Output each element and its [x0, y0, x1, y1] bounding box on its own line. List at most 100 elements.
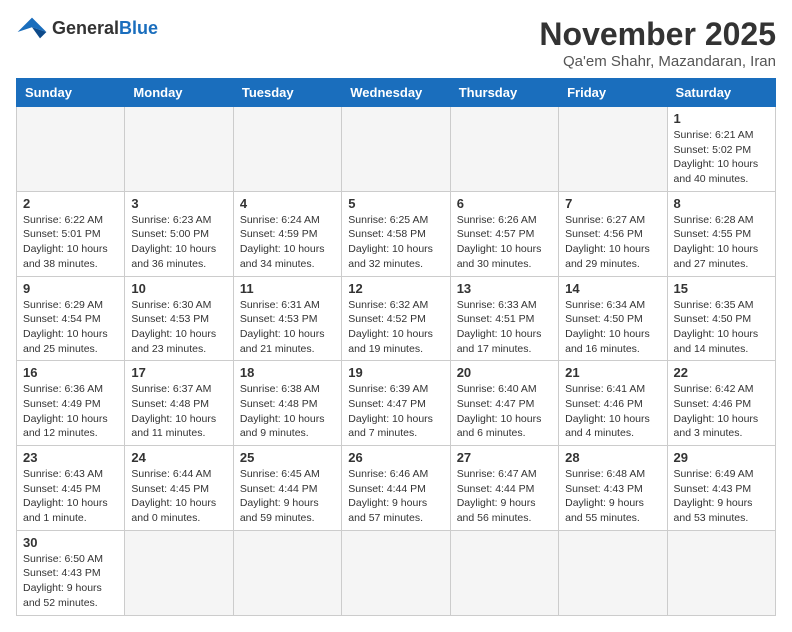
header-tuesday: Tuesday [233, 79, 341, 107]
location: Qa'em Shahr, Mazandaran, Iran [539, 53, 776, 70]
day-info: Sunrise: 6:43 AMSunset: 4:45 PMDaylight:… [23, 467, 118, 526]
header-monday: Monday [125, 79, 233, 107]
empty-cell [342, 530, 450, 615]
calendar-table: Sunday Monday Tuesday Wednesday Thursday… [16, 78, 776, 616]
empty-cell [450, 107, 558, 192]
day-number: 17 [131, 365, 226, 380]
header-sunday: Sunday [17, 79, 125, 107]
empty-cell [342, 107, 450, 192]
weekday-header-row: Sunday Monday Tuesday Wednesday Thursday… [17, 79, 776, 107]
logo-blue: Blue [119, 18, 158, 38]
day-info: Sunrise: 6:39 AMSunset: 4:47 PMDaylight:… [348, 382, 443, 441]
day-number: 1 [674, 111, 769, 126]
day-cell-4: 4 Sunrise: 6:24 AMSunset: 4:59 PMDaylight… [233, 191, 341, 276]
calendar-week-1: 1 Sunrise: 6:21 AM Sunset: 5:02 PM Dayli… [17, 107, 776, 192]
day-cell-5: 5 Sunrise: 6:25 AMSunset: 4:58 PMDaylight… [342, 191, 450, 276]
day-cell-25: 25Sunrise: 6:45 AMSunset: 4:44 PMDayligh… [233, 446, 341, 531]
day-number: 11 [240, 281, 335, 296]
day-number: 13 [457, 281, 552, 296]
day-info: Sunrise: 6:22 AMSunset: 5:01 PMDaylight:… [23, 213, 118, 272]
day-cell-29: 29Sunrise: 6:49 AMSunset: 4:43 PMDayligh… [667, 446, 775, 531]
day-cell-19: 19 Sunrise: 6:39 AMSunset: 4:47 PMDayligh… [342, 361, 450, 446]
logo: GeneralBlue [16, 16, 158, 40]
day-cell-24: 24Sunrise: 6:44 AMSunset: 4:45 PMDayligh… [125, 446, 233, 531]
empty-cell [17, 107, 125, 192]
day-info: Sunrise: 6:24 AMSunset: 4:59 PMDaylight:… [240, 213, 335, 272]
day-info: Sunrise: 6:45 AMSunset: 4:44 PMDaylight:… [240, 467, 335, 526]
day-cell-27: 27Sunrise: 6:47 AMSunset: 4:44 PMDayligh… [450, 446, 558, 531]
day-cell-7: 7 Sunrise: 6:27 AMSunset: 4:56 PMDaylight… [559, 191, 667, 276]
day-cell-2: 2 Sunrise: 6:22 AMSunset: 5:01 PMDaylight… [17, 191, 125, 276]
day-cell-11: 11 Sunrise: 6:31 AMSunset: 4:53 PMDayligh… [233, 276, 341, 361]
day-cell-15: 15 Sunrise: 6:35 AMSunset: 4:50 PMDayligh… [667, 276, 775, 361]
day-info: Sunrise: 6:33 AMSunset: 4:51 PMDaylight:… [457, 298, 552, 357]
day-number: 12 [348, 281, 443, 296]
empty-cell [450, 530, 558, 615]
month-title: November 2025 [539, 16, 776, 53]
day-cell-30: 30 Sunrise: 6:50 AMSunset: 4:43 PMDayligh… [17, 530, 125, 615]
day-info: Sunrise: 6:50 AMSunset: 4:43 PMDaylight:… [23, 552, 118, 611]
day-info: Sunrise: 6:31 AMSunset: 4:53 PMDaylight:… [240, 298, 335, 357]
empty-cell [233, 530, 341, 615]
day-info: Sunrise: 6:34 AMSunset: 4:50 PMDaylight:… [565, 298, 660, 357]
day-number: 21 [565, 365, 660, 380]
calendar-week-5: 23 Sunrise: 6:43 AMSunset: 4:45 PMDayligh… [17, 446, 776, 531]
calendar-week-3: 9 Sunrise: 6:29 AMSunset: 4:54 PMDaylight… [17, 276, 776, 361]
header-thursday: Thursday [450, 79, 558, 107]
day-number: 8 [674, 196, 769, 211]
day-number: 7 [565, 196, 660, 211]
header-wednesday: Wednesday [342, 79, 450, 107]
day-number: 3 [131, 196, 226, 211]
day-cell-12: 12 Sunrise: 6:32 AMSunset: 4:52 PMDayligh… [342, 276, 450, 361]
day-number: 2 [23, 196, 118, 211]
day-cell-28: 28Sunrise: 6:48 AMSunset: 4:43 PMDayligh… [559, 446, 667, 531]
day-number: 26 [348, 450, 443, 465]
calendar-week-2: 2 Sunrise: 6:22 AMSunset: 5:01 PMDaylight… [17, 191, 776, 276]
day-info: Sunrise: 6:28 AMSunset: 4:55 PMDaylight:… [674, 213, 769, 272]
day-info: Sunrise: 6:40 AMSunset: 4:47 PMDaylight:… [457, 382, 552, 441]
day-info: Sunrise: 6:25 AMSunset: 4:58 PMDaylight:… [348, 213, 443, 272]
empty-cell [125, 530, 233, 615]
day-info: Sunrise: 6:46 AMSunset: 4:44 PMDaylight:… [348, 467, 443, 526]
day-info: Sunrise: 6:47 AMSunset: 4:44 PMDaylight:… [457, 467, 552, 526]
empty-cell [233, 107, 341, 192]
day-cell-16: 16Sunrise: 6:36 AMSunset: 4:49 PMDayligh… [17, 361, 125, 446]
day-number: 20 [457, 365, 552, 380]
day-number: 16 [23, 365, 118, 380]
day-info: Sunrise: 6:44 AMSunset: 4:45 PMDaylight:… [131, 467, 226, 526]
day-info: Sunrise: 6:27 AMSunset: 4:56 PMDaylight:… [565, 213, 660, 272]
day-number: 5 [348, 196, 443, 211]
day-cell-20: 20 Sunrise: 6:40 AMSunset: 4:47 PMDayligh… [450, 361, 558, 446]
header-saturday: Saturday [667, 79, 775, 107]
day-number: 14 [565, 281, 660, 296]
empty-cell [667, 530, 775, 615]
day-info: Sunrise: 6:26 AMSunset: 4:57 PMDaylight:… [457, 213, 552, 272]
day-info: Sunrise: 6:49 AMSunset: 4:43 PMDaylight:… [674, 467, 769, 526]
day-info: Sunrise: 6:32 AMSunset: 4:52 PMDaylight:… [348, 298, 443, 357]
day-cell-26: 26 Sunrise: 6:46 AMSunset: 4:44 PMDayligh… [342, 446, 450, 531]
day-number: 23 [23, 450, 118, 465]
day-number: 22 [674, 365, 769, 380]
day-cell-18: 18Sunrise: 6:38 AMSunset: 4:48 PMDayligh… [233, 361, 341, 446]
day-info: Sunrise: 6:42 AMSunset: 4:46 PMDaylight:… [674, 382, 769, 441]
empty-cell [125, 107, 233, 192]
day-info: Sunrise: 6:21 AM Sunset: 5:02 PM Dayligh… [674, 128, 769, 187]
day-number: 28 [565, 450, 660, 465]
day-cell-9: 9 Sunrise: 6:29 AMSunset: 4:54 PMDaylight… [17, 276, 125, 361]
day-info: Sunrise: 6:29 AMSunset: 4:54 PMDaylight:… [23, 298, 118, 357]
day-cell-10: 10Sunrise: 6:30 AMSunset: 4:53 PMDayligh… [125, 276, 233, 361]
day-number: 19 [348, 365, 443, 380]
day-info: Sunrise: 6:30 AMSunset: 4:53 PMDaylight:… [131, 298, 226, 357]
day-cell-13: 13 Sunrise: 6:33 AMSunset: 4:51 PMDayligh… [450, 276, 558, 361]
day-cell-21: 21Sunrise: 6:41 AMSunset: 4:46 PMDayligh… [559, 361, 667, 446]
day-number: 15 [674, 281, 769, 296]
day-info: Sunrise: 6:23 AMSunset: 5:00 PMDaylight:… [131, 213, 226, 272]
day-cell-22: 22 Sunrise: 6:42 AMSunset: 4:46 PMDayligh… [667, 361, 775, 446]
day-cell-8: 8 Sunrise: 6:28 AMSunset: 4:55 PMDaylight… [667, 191, 775, 276]
day-number: 4 [240, 196, 335, 211]
day-info: Sunrise: 6:35 AMSunset: 4:50 PMDaylight:… [674, 298, 769, 357]
calendar-week-4: 16Sunrise: 6:36 AMSunset: 4:49 PMDayligh… [17, 361, 776, 446]
day-cell-1: 1 Sunrise: 6:21 AM Sunset: 5:02 PM Dayli… [667, 107, 775, 192]
day-number: 9 [23, 281, 118, 296]
day-number: 30 [23, 535, 118, 550]
